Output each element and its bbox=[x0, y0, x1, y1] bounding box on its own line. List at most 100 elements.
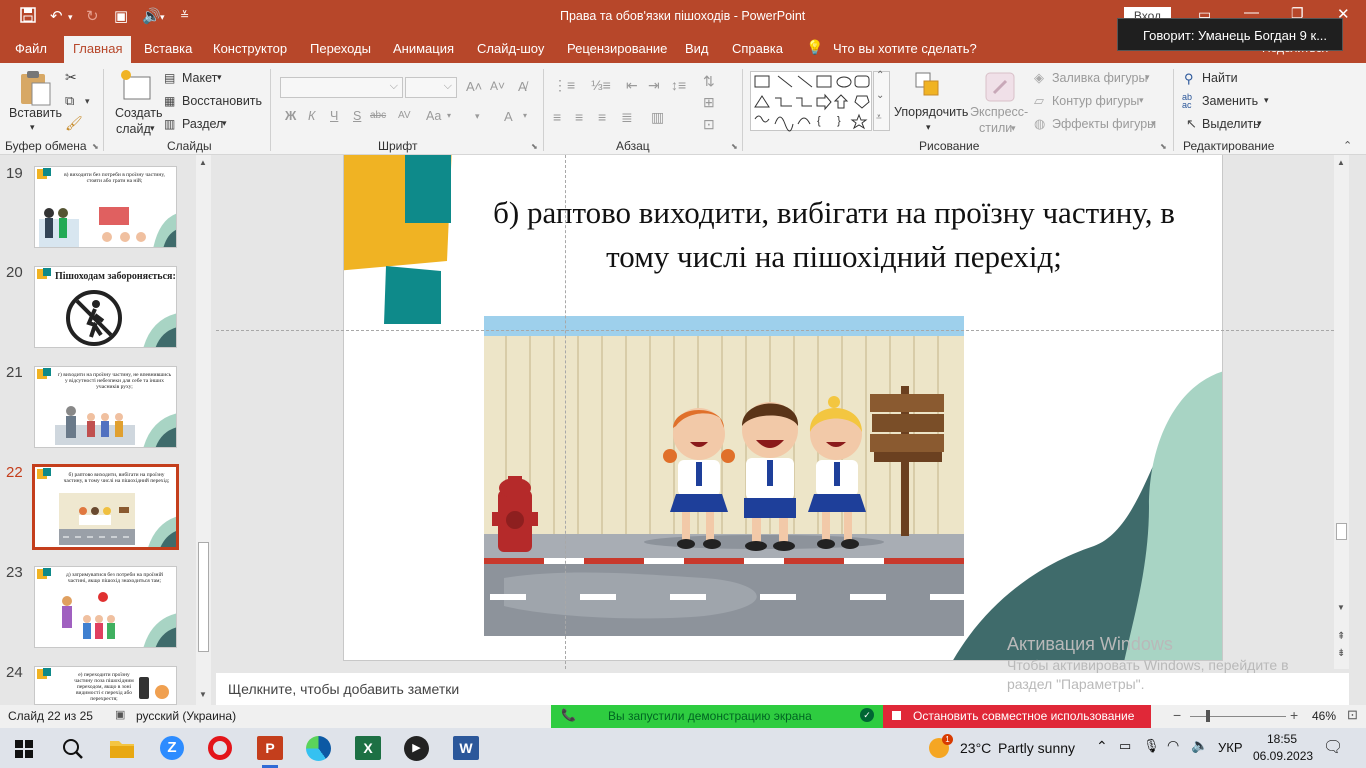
format-painter-icon[interactable]: 🖌 bbox=[65, 115, 83, 132]
find-button[interactable]: Найти bbox=[1202, 71, 1238, 85]
scroll-up-icon[interactable]: ▲ bbox=[199, 158, 207, 167]
align-center-icon[interactable]: ≡ bbox=[575, 109, 583, 125]
shape-outline-dropdown-icon[interactable]: ▾ bbox=[1139, 95, 1144, 106]
paragraph-launcher-icon[interactable]: ⬊ bbox=[731, 142, 738, 151]
underline-button[interactable]: Ч bbox=[330, 109, 338, 123]
scroll-thumb[interactable] bbox=[198, 542, 209, 652]
zoom-level[interactable]: 46% bbox=[1312, 709, 1336, 723]
quick-styles-label-2[interactable]: стили bbox=[979, 121, 1012, 135]
slide-thumbnail-24[interactable]: е) переходити проїзну частину поза пішох… bbox=[34, 666, 177, 705]
section-button[interactable]: Раздел bbox=[182, 117, 223, 131]
scroll-down-icon[interactable]: ▼ bbox=[199, 690, 207, 699]
text-direction-icon[interactable]: ⇅ bbox=[703, 73, 715, 90]
shape-fill-button[interactable]: Заливка фигуры bbox=[1052, 71, 1147, 85]
cut-icon[interactable]: ✂ bbox=[65, 69, 77, 86]
slide-thumbnail-20[interactable]: Пішоходам забороняється: bbox=[34, 266, 177, 348]
char-spacing-button[interactable]: AV bbox=[398, 110, 411, 121]
layout-button[interactable]: Макет bbox=[182, 71, 217, 85]
wifi-icon[interactable]: ◠ bbox=[1167, 737, 1179, 754]
section-dropdown-icon[interactable]: ▾ bbox=[222, 118, 227, 129]
undo-icon[interactable]: ↶ bbox=[50, 7, 63, 25]
shape-outline-button[interactable]: Контур фигуры bbox=[1052, 94, 1139, 108]
tab-view[interactable]: Вид bbox=[685, 41, 709, 56]
audio-dropdown-icon[interactable]: ▾ bbox=[160, 12, 165, 23]
powerpoint-icon[interactable]: P bbox=[257, 736, 283, 760]
more-shapes-icon[interactable]: ⩡ bbox=[876, 112, 882, 123]
start-from-beginning-icon[interactable]: ▣ bbox=[114, 7, 128, 25]
bold-button[interactable]: Ж bbox=[285, 109, 296, 123]
canvas-scrollbar[interactable]: ▲ ▼ ⇞ ⇟ bbox=[1334, 155, 1349, 669]
shape-effects-dropdown-icon[interactable]: ▾ bbox=[1151, 118, 1156, 129]
media-player-icon[interactable]: ▶ bbox=[404, 736, 429, 761]
smartart-icon[interactable]: ⊡ bbox=[703, 116, 715, 133]
new-slide-label-2[interactable]: слайд bbox=[116, 122, 151, 136]
scroll-down-icon[interactable]: ▼ bbox=[1337, 603, 1345, 612]
windows-start-icon[interactable] bbox=[15, 740, 33, 758]
strikethrough-button[interactable]: abc bbox=[370, 110, 386, 121]
bullets-icon[interactable]: ⋮≡ bbox=[553, 77, 575, 94]
battery-icon[interactable]: ▭ bbox=[1119, 738, 1131, 754]
volume-icon[interactable]: 🔈 bbox=[1191, 737, 1208, 754]
drawing-launcher-icon[interactable]: ⬊ bbox=[1160, 142, 1167, 151]
paste-icon[interactable] bbox=[18, 69, 52, 110]
copy-dropdown-icon[interactable]: ▾ bbox=[85, 96, 90, 107]
decrease-font-icon[interactable]: A˅ bbox=[490, 79, 505, 93]
arrange-button[interactable]: Упорядочить bbox=[894, 105, 968, 119]
edge-icon[interactable] bbox=[306, 736, 331, 761]
columns-icon[interactable]: ▥ bbox=[651, 109, 664, 126]
font-family-select[interactable]: ⌵ bbox=[280, 77, 403, 98]
align-left-icon[interactable]: ≡ bbox=[553, 109, 561, 125]
excel-icon[interactable]: X bbox=[355, 736, 381, 760]
quick-styles-icon[interactable] bbox=[984, 71, 1016, 106]
align-right-icon[interactable]: ≡ bbox=[598, 109, 606, 125]
undo-dropdown-icon[interactable]: ▾ bbox=[68, 12, 73, 23]
vertical-guide[interactable] bbox=[565, 155, 566, 669]
numbering-icon[interactable]: ⅓≡ bbox=[591, 77, 611, 93]
scroll-up-icon[interactable]: ⌃ bbox=[876, 70, 884, 81]
align-text-icon[interactable]: ⊞ bbox=[703, 94, 715, 111]
arrange-dropdown-icon[interactable]: ▾ bbox=[926, 122, 931, 133]
word-icon[interactable]: W bbox=[453, 736, 479, 760]
slide-picture[interactable] bbox=[484, 316, 966, 636]
highlight-dropdown-icon[interactable]: ▾ bbox=[475, 111, 480, 122]
zoom-in-icon[interactable]: + bbox=[1290, 707, 1298, 723]
language-indicator[interactable]: русский (Украина) bbox=[136, 709, 236, 723]
tab-review[interactable]: Рецензирование bbox=[567, 41, 667, 56]
slide-text[interactable]: б) раптово виходити, вибігати на проїзну… bbox=[484, 191, 1184, 279]
increase-indent-icon[interactable]: ⇥ bbox=[648, 77, 660, 94]
shadow-button[interactable]: S bbox=[353, 109, 361, 123]
slide-thumbnail-22[interactable]: б) раптово виходити, вибігати на проїзну… bbox=[32, 464, 179, 550]
horizontal-guide[interactable] bbox=[216, 330, 1349, 331]
zoom-slider[interactable] bbox=[1190, 716, 1286, 717]
line-spacing-icon[interactable]: ↕≡ bbox=[671, 77, 686, 93]
shapes-gallery[interactable]: {} bbox=[750, 71, 872, 132]
clock-time[interactable]: 18:55 bbox=[1267, 732, 1297, 746]
tab-home[interactable]: Главная bbox=[64, 36, 132, 63]
select-button[interactable]: Выделить bbox=[1202, 117, 1260, 131]
slide-thumbnail-19[interactable]: в) виходити без потреби в проїзну частин… bbox=[34, 166, 177, 248]
new-slide-icon[interactable] bbox=[118, 69, 152, 106]
new-slide-label-1[interactable]: Создать bbox=[115, 106, 163, 120]
customize-toolbar-icon[interactable]: ≚ bbox=[180, 9, 189, 22]
font-size-select[interactable]: ⌵ bbox=[405, 77, 457, 98]
clear-formatting-icon[interactable]: A̸ bbox=[518, 79, 527, 94]
tab-insert[interactable]: Вставка bbox=[144, 41, 192, 56]
save-icon[interactable] bbox=[20, 7, 36, 27]
notes-placeholder[interactable]: Щелкните, чтобы добавить заметки bbox=[228, 681, 459, 697]
tab-help[interactable]: Справка bbox=[732, 41, 783, 56]
shape-effects-button[interactable]: Эффекты фигуры bbox=[1052, 117, 1156, 131]
slide-thumbnail-23[interactable]: д) затримуватися без потреби на проїзній… bbox=[34, 566, 177, 648]
clipboard-launcher-icon[interactable]: ⬊ bbox=[92, 142, 99, 151]
replace-button[interactable]: Заменить bbox=[1202, 94, 1258, 108]
scroll-up-icon[interactable]: ▲ bbox=[1337, 158, 1345, 167]
new-slide-dropdown-icon[interactable]: ▾ bbox=[150, 123, 155, 134]
quick-styles-dropdown-icon[interactable]: ▾ bbox=[1011, 123, 1016, 134]
previous-slide-icon[interactable]: ⇞ bbox=[1337, 631, 1345, 642]
fit-to-window-icon[interactable]: ⊡ bbox=[1347, 707, 1358, 723]
tab-transitions[interactable]: Переходы bbox=[310, 41, 371, 56]
font-color-button[interactable]: A bbox=[504, 109, 513, 124]
change-case-dropdown-icon[interactable]: ▾ bbox=[447, 111, 451, 120]
justify-icon[interactable]: ≣ bbox=[621, 109, 633, 126]
zoom-slider-thumb[interactable] bbox=[1206, 710, 1210, 722]
copy-icon[interactable]: ⧉ bbox=[65, 93, 74, 109]
